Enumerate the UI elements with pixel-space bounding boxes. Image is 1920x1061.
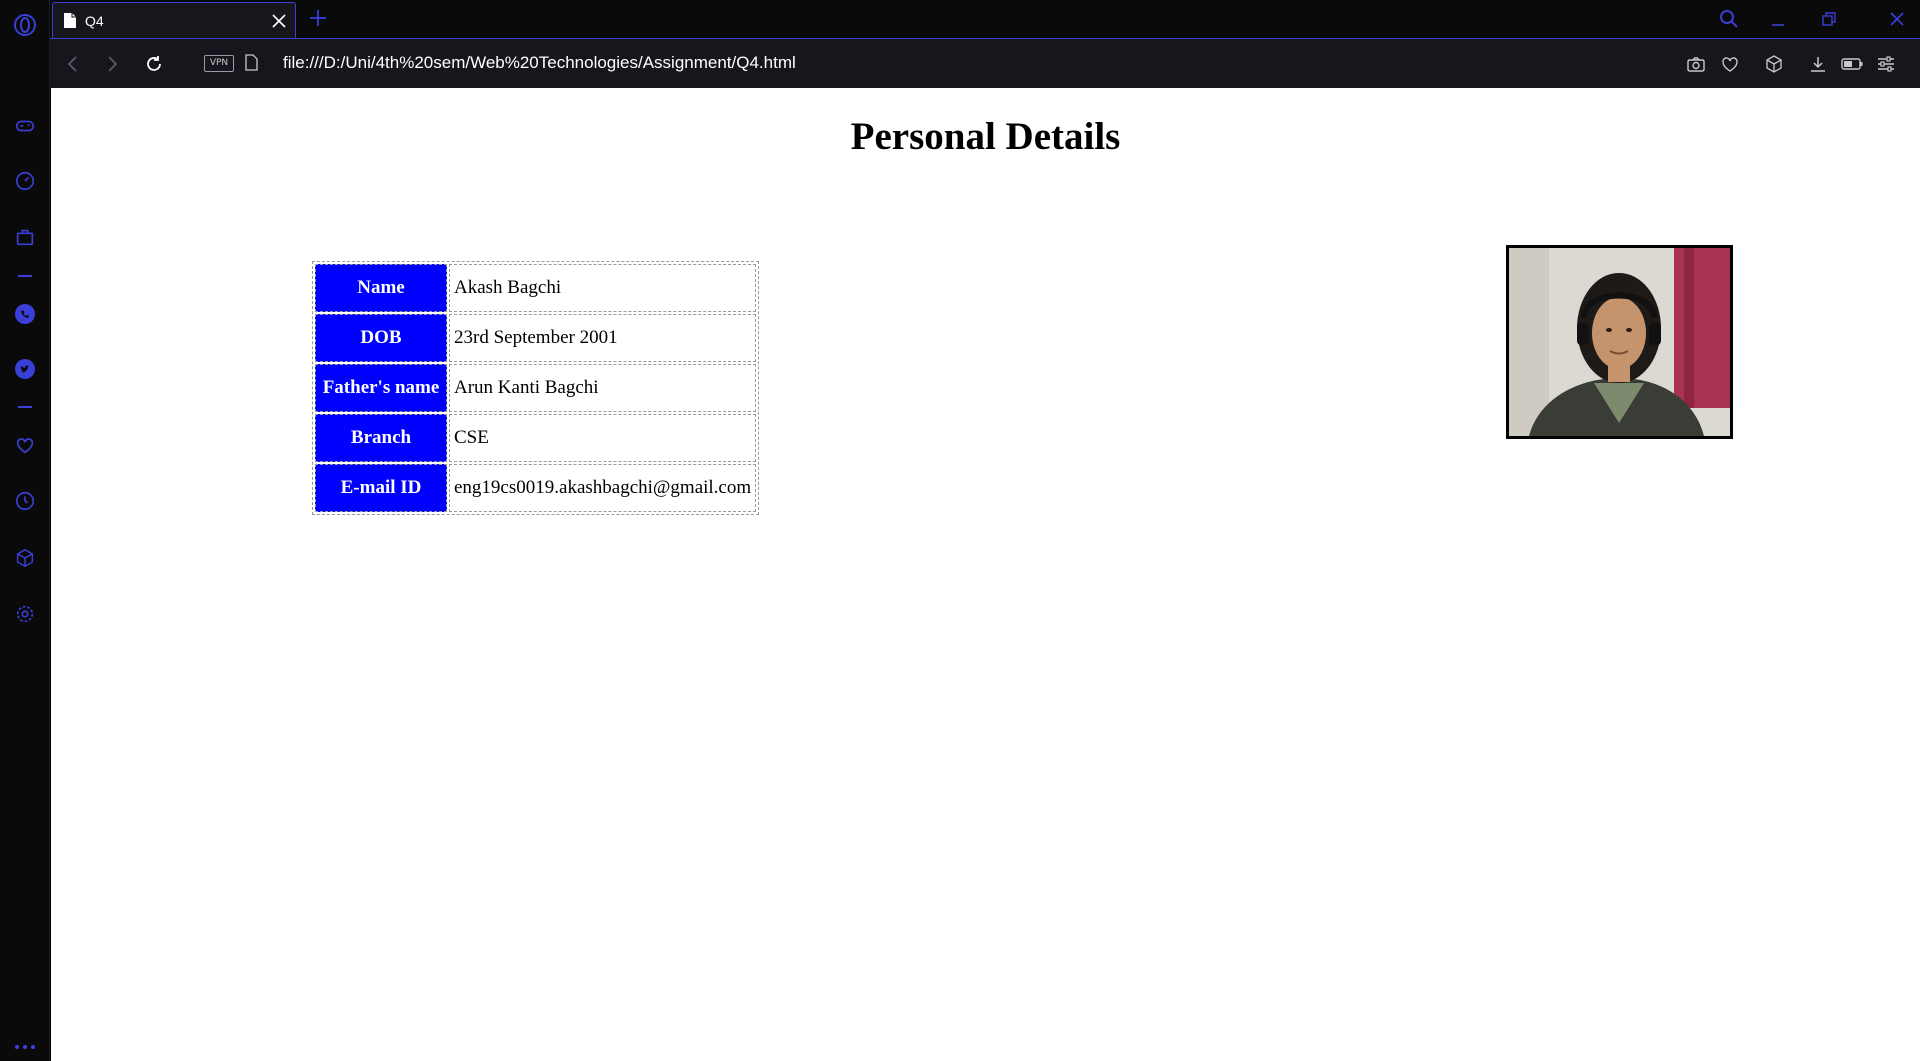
row-value: Arun Kanti Bagchi	[449, 364, 757, 412]
minimize-icon[interactable]	[1767, 8, 1789, 30]
row-value: CSE	[449, 414, 757, 462]
back-icon[interactable]	[61, 52, 85, 76]
row-label: Father's name	[315, 364, 447, 412]
page-content: Personal Details Name Akash Bagchi DOB 2…	[51, 88, 1920, 1061]
row-value: Akash Bagchi	[449, 264, 757, 312]
forward-icon[interactable]	[100, 52, 124, 76]
personal-details-table: Name Akash Bagchi DOB 23rd September 200…	[312, 261, 760, 515]
camera-icon[interactable]	[1684, 52, 1708, 76]
profile-photo	[1506, 245, 1733, 439]
search-icon[interactable]	[1718, 8, 1740, 30]
download-icon[interactable]	[1806, 52, 1830, 76]
browser-sidebar	[0, 0, 50, 1061]
easy-setup-icon[interactable]	[1874, 52, 1898, 76]
settings-icon[interactable]	[12, 601, 38, 627]
row-value: 23rd September 2001	[449, 314, 757, 362]
row-value: eng19cs0019.akashbagchi@gmail.com	[449, 464, 757, 512]
tab-q4[interactable]: Q4	[52, 2, 296, 38]
address-bar: VPN file:///D:/Uni/4th%20sem/Web%20Techn…	[50, 38, 1920, 88]
gamepad-icon[interactable]	[12, 113, 38, 139]
table-row: Father's name Arun Kanti Bagchi	[315, 364, 757, 412]
history-icon[interactable]	[12, 488, 38, 514]
new-tab-icon[interactable]	[308, 8, 328, 33]
table-row: Name Akash Bagchi	[315, 264, 757, 312]
extensions-cube-icon[interactable]	[1762, 52, 1786, 76]
page-info-icon[interactable]	[245, 54, 258, 76]
url-field[interactable]: file:///D:/Uni/4th%20sem/Web%20Technolog…	[283, 53, 796, 73]
row-label: DOB	[315, 314, 447, 362]
vpn-badge[interactable]: VPN	[204, 55, 234, 72]
restore-icon[interactable]	[1818, 8, 1840, 30]
twitter-icon[interactable]	[12, 356, 38, 382]
table-row: Branch CSE	[315, 414, 757, 462]
table-row: DOB 23rd September 2001	[315, 314, 757, 362]
page-title: Personal Details	[850, 115, 1121, 158]
row-label: Branch	[315, 414, 447, 462]
table-row: E-mail ID eng19cs0019.akashbagchi@gmail.…	[315, 464, 757, 512]
tab-bar: Q4	[50, 0, 1920, 38]
row-label: Name	[315, 264, 447, 312]
heart-icon[interactable]	[12, 432, 38, 458]
opera-logo-icon[interactable]	[12, 12, 38, 38]
cube-icon[interactable]	[12, 545, 38, 571]
reload-icon[interactable]	[142, 52, 166, 76]
whatsapp-icon[interactable]	[12, 301, 38, 327]
battery-icon[interactable]	[1840, 52, 1864, 76]
more-icon[interactable]	[12, 1040, 38, 1054]
window-close-icon[interactable]	[1886, 8, 1908, 30]
speedometer-icon[interactable]	[12, 168, 38, 194]
row-label: E-mail ID	[315, 464, 447, 512]
bookmark-heart-icon[interactable]	[1718, 52, 1742, 76]
close-icon[interactable]	[271, 13, 287, 34]
document-icon	[63, 12, 77, 34]
tab-title: Q4	[85, 13, 104, 29]
bag-icon[interactable]	[12, 224, 38, 250]
